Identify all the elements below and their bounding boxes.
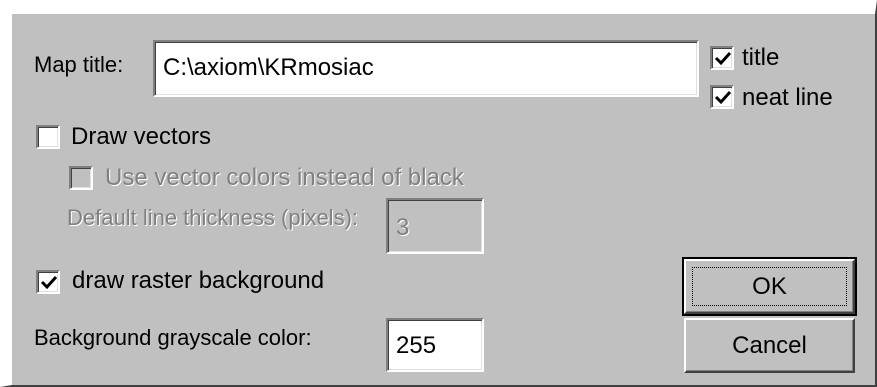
map-title-label: Map title: [34, 52, 124, 77]
draw-vectors-checkbox[interactable] [36, 125, 60, 149]
grayscale-input[interactable]: 255 [386, 318, 484, 372]
ok-button[interactable]: OK [682, 257, 857, 316]
neat-line-checkbox-label: neat line [742, 84, 833, 111]
checkmark-icon [714, 51, 732, 66]
map-options-dialog: Map title: C:\axiom\KRmosiac title neat … [0, 0, 877, 387]
draw-raster-label: draw raster background [72, 267, 325, 294]
grayscale-label: Background grayscale color: [34, 325, 312, 350]
draw-raster-checkbox[interactable] [36, 270, 60, 294]
line-thickness-value: 3 [396, 214, 410, 241]
use-vector-colors-checkbox[interactable] [69, 166, 93, 190]
cancel-button-label: Cancel [732, 332, 807, 359]
checkmark-icon [40, 275, 58, 290]
line-thickness-input[interactable]: 3 [386, 198, 484, 254]
checkmark-icon [714, 90, 732, 105]
use-vector-colors-label: Use vector colors instead of black [105, 164, 464, 191]
grayscale-value: 255 [396, 332, 437, 359]
title-checkbox-label: title [742, 44, 780, 71]
map-title-input[interactable]: C:\axiom\KRmosiac [153, 40, 699, 97]
focus-indicator [692, 267, 847, 306]
neat-line-checkbox[interactable] [710, 85, 734, 109]
cancel-button[interactable]: Cancel [684, 318, 855, 373]
line-thickness-label: Default line thickness (pixels): [67, 205, 359, 230]
title-checkbox[interactable] [710, 46, 734, 70]
draw-vectors-label: Draw vectors [71, 123, 212, 150]
map-title-value: C:\axiom\KRmosiac [163, 54, 374, 81]
